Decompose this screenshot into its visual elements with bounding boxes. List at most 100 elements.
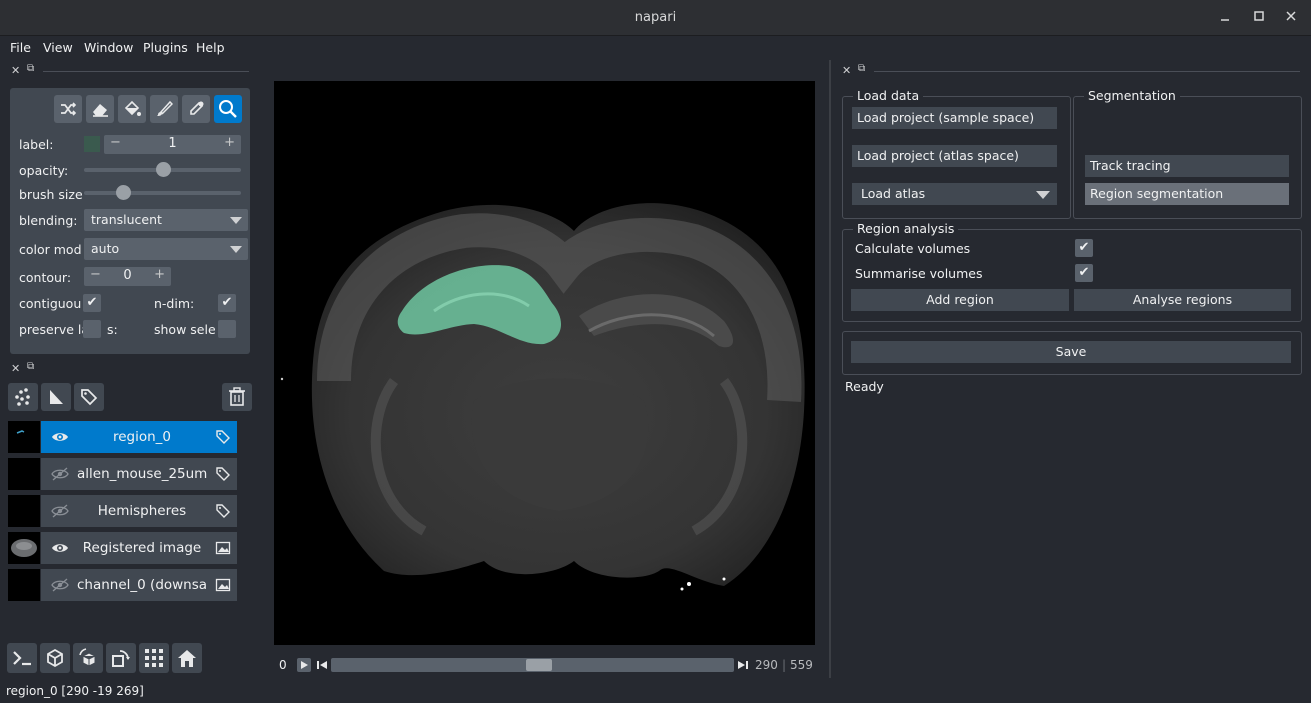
contour-increment[interactable]: + xyxy=(154,267,165,282)
play-button[interactable] xyxy=(297,658,311,672)
layer-row-body[interactable]: allen_mouse_25um xyxy=(41,458,237,490)
eraser-button[interactable] xyxy=(86,95,114,123)
contour-spinbox[interactable]: − 0 + xyxy=(84,267,171,286)
region-segmentation-button[interactable]: Region segmentation xyxy=(1085,183,1289,205)
close-dock-icon[interactable]: ✕ xyxy=(11,362,20,375)
float-dock-icon[interactable]: ⧉ xyxy=(27,63,34,74)
chevron-down-icon xyxy=(230,217,242,224)
close-window-button[interactable] xyxy=(1281,8,1301,28)
menu-bar: File View Window Plugins Help xyxy=(0,36,1311,60)
shuffle-button[interactable] xyxy=(54,95,82,123)
new-points-layer-button[interactable] xyxy=(8,383,38,411)
label-spinbox[interactable]: − 1 + xyxy=(104,135,241,154)
summarise-volumes-checkbox[interactable]: ✔ xyxy=(1075,264,1093,282)
dims-current-value[interactable]: 290 xyxy=(755,658,778,672)
brush-size-slider-handle[interactable] xyxy=(116,185,132,200)
layer-name: allen_mouse_25um xyxy=(77,466,207,482)
layer-row[interactable]: region_0 xyxy=(8,421,237,453)
paint-button[interactable] xyxy=(150,95,178,123)
close-dock-icon[interactable]: ✕ xyxy=(11,64,20,77)
load-atlas-dropdown[interactable]: Load atlas xyxy=(852,183,1057,205)
menu-help[interactable]: Help xyxy=(196,40,225,55)
step-forward-button[interactable] xyxy=(737,658,749,672)
menu-window[interactable]: Window xyxy=(84,40,133,55)
layer-row[interactable]: allen_mouse_25um xyxy=(8,458,237,490)
chevron-down-icon xyxy=(1036,191,1050,199)
home-button[interactable] xyxy=(172,643,202,673)
layer-thumbnail xyxy=(8,421,40,453)
brush-size-slider[interactable] xyxy=(84,191,241,195)
color-mode-value: auto xyxy=(91,241,120,256)
analyse-regions-button[interactable]: Analyse regions xyxy=(1074,289,1291,311)
layer-row-body[interactable]: region_0 xyxy=(41,421,237,453)
add-region-button[interactable]: Add region xyxy=(851,289,1069,311)
float-dock-icon[interactable]: ⧉ xyxy=(27,361,34,372)
menu-view[interactable]: View xyxy=(43,40,73,55)
console-button[interactable] xyxy=(7,643,37,673)
dims-axis-label: 0 xyxy=(279,658,287,672)
layer-row-body[interactable]: Registered image xyxy=(41,532,237,564)
eye-icon[interactable] xyxy=(51,541,69,555)
title-bar: napari xyxy=(0,0,1311,36)
viewer-canvas[interactable] xyxy=(274,81,815,645)
new-labels-layer-button[interactable] xyxy=(74,383,104,411)
eye-hidden-icon[interactable] xyxy=(51,504,69,518)
zoom-button[interactable] xyxy=(214,95,242,123)
transpose-button[interactable] xyxy=(106,643,136,673)
save-button[interactable]: Save xyxy=(851,341,1291,363)
float-dock-icon[interactable]: ⧉ xyxy=(858,63,865,74)
load-sample-space-button[interactable]: Load project (sample space) xyxy=(852,107,1057,129)
close-dock-icon[interactable]: ✕ xyxy=(842,64,851,77)
blending-value: translucent xyxy=(91,212,162,227)
layer-name: channel_0 (downsar xyxy=(77,577,207,593)
fill-button[interactable] xyxy=(118,95,146,123)
summarise-volumes-label: Summarise volumes xyxy=(855,266,983,281)
eye-hidden-icon[interactable] xyxy=(51,578,69,592)
minimize-button[interactable] xyxy=(1215,8,1235,28)
dims-slider-handle[interactable] xyxy=(526,659,553,671)
preserve-labels-checkbox[interactable] xyxy=(83,320,101,338)
grid-button[interactable] xyxy=(139,643,169,673)
blending-dropdown[interactable]: translucent xyxy=(84,209,248,231)
image-icon xyxy=(215,578,231,592)
step-back-button[interactable] xyxy=(316,658,328,672)
status-text: region_0 [290 -19 269] xyxy=(6,684,144,698)
ndisplay-button[interactable] xyxy=(40,643,70,673)
shapes-icon xyxy=(50,390,63,404)
dock-splitter[interactable] xyxy=(829,60,831,678)
roll-cube-icon xyxy=(79,648,96,667)
load-atlas-space-button[interactable]: Load project (atlas space) xyxy=(852,145,1057,167)
label-increment[interactable]: + xyxy=(224,135,235,150)
track-tracing-button[interactable]: Track tracing xyxy=(1085,155,1289,177)
ndim-label: n-dim: xyxy=(154,296,195,311)
eraser-icon xyxy=(93,104,108,117)
layer-row-body[interactable]: channel_0 (downsar xyxy=(41,569,237,601)
layer-row[interactable]: Registered image xyxy=(8,532,237,564)
layer-row[interactable]: channel_0 (downsar xyxy=(8,569,237,601)
ndim-checkbox[interactable]: ✔ xyxy=(218,294,236,312)
eye-icon[interactable] xyxy=(51,430,69,444)
show-selected-checkbox[interactable] xyxy=(218,320,236,338)
layer-name: region_0 xyxy=(112,429,172,445)
color-picker-button[interactable] xyxy=(182,95,210,123)
roll-dims-button[interactable] xyxy=(73,643,103,673)
contiguous-checkbox[interactable]: ✔ xyxy=(83,294,101,312)
dims-separator: | xyxy=(782,658,787,672)
layer-row[interactable]: Hemispheres xyxy=(8,495,237,527)
dims-max-value: 559 xyxy=(790,658,813,672)
tag-icon xyxy=(81,389,98,406)
menu-plugins[interactable]: Plugins xyxy=(143,40,188,55)
eye-hidden-icon[interactable] xyxy=(51,467,69,481)
menu-file[interactable]: File xyxy=(10,40,31,55)
calculate-volumes-checkbox[interactable]: ✔ xyxy=(1075,239,1093,257)
layer-row-body[interactable]: Hemispheres xyxy=(41,495,237,527)
maximize-button[interactable] xyxy=(1249,8,1269,28)
new-shapes-layer-button[interactable] xyxy=(41,383,71,411)
home-icon xyxy=(178,650,196,667)
fill-icon xyxy=(124,100,141,116)
contiguous-label: contiguou xyxy=(19,296,82,311)
dims-slider-track[interactable] xyxy=(331,658,734,672)
opacity-slider-handle[interactable] xyxy=(155,162,171,177)
color-mode-dropdown[interactable]: auto xyxy=(84,238,248,260)
delete-layer-button[interactable] xyxy=(222,383,252,411)
